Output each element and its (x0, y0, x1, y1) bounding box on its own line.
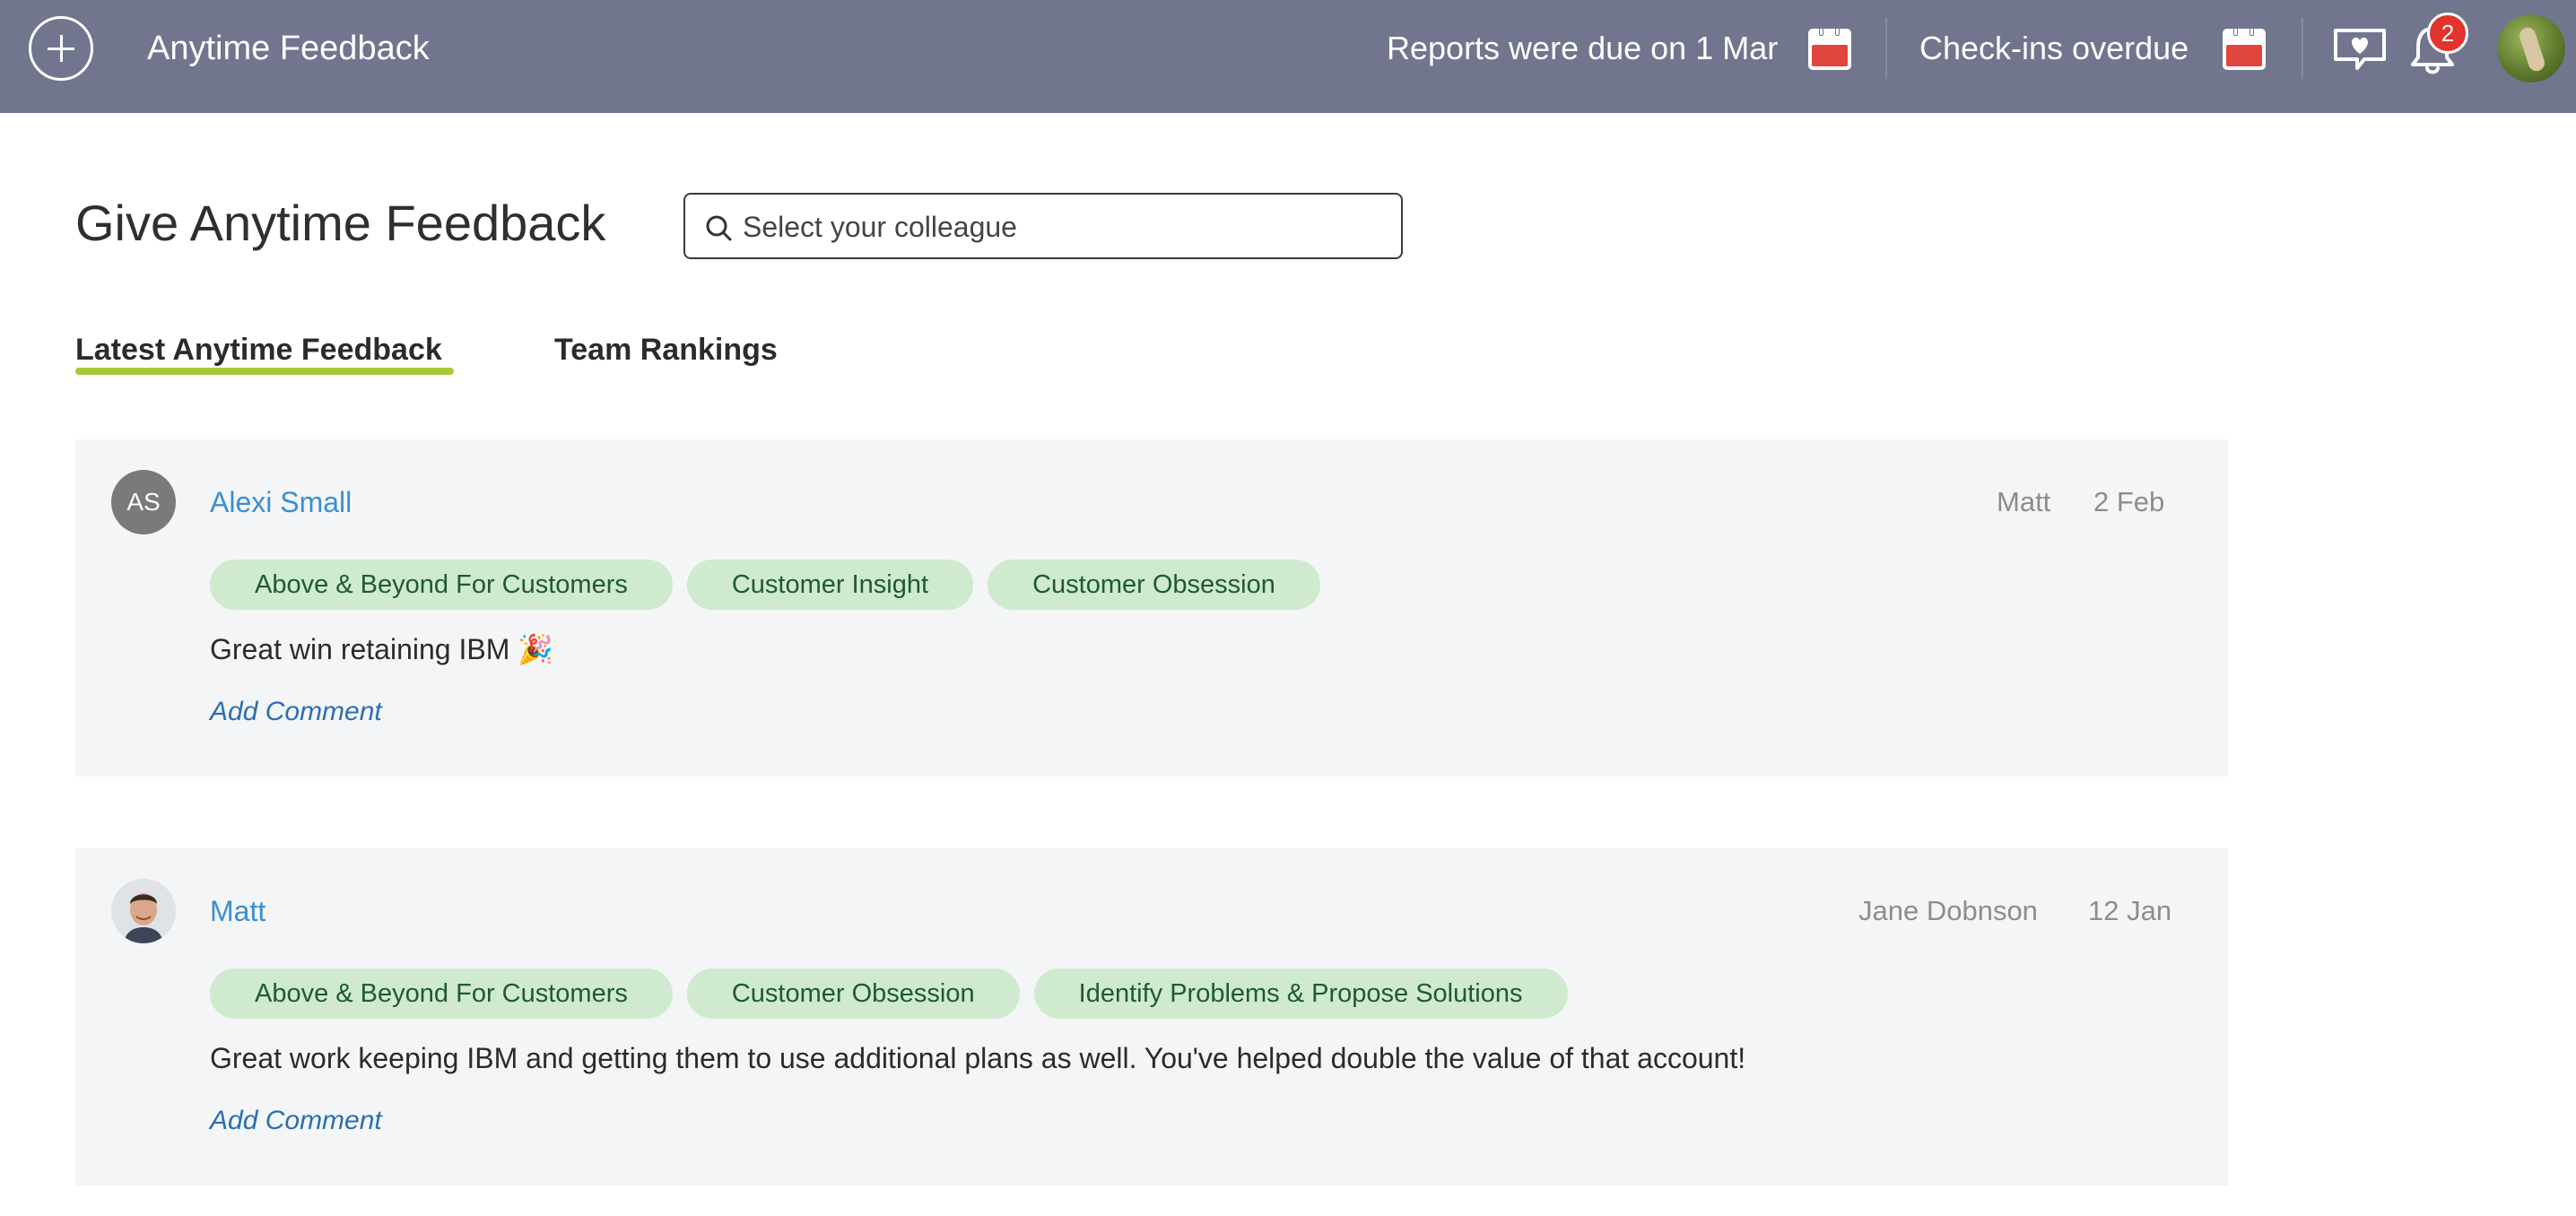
tab-latest-anytime-feedback[interactable]: Latest Anytime Feedback (75, 332, 442, 368)
top-bar: Anytime Feedback Reports were due on 1 M… (0, 0, 2576, 113)
feedback-card: AS Alexi Small Matt 2 Feb Above & Beyond… (75, 439, 2228, 777)
value-tag: Above & Beyond For Customers (210, 560, 673, 610)
page-title: Give Anytime Feedback (75, 195, 606, 251)
feedback-card: Matt Jane Dobnson 12 Jan Above & Beyond … (75, 848, 2228, 1186)
user-avatar[interactable] (2497, 14, 2565, 83)
colleague-search[interactable] (683, 193, 1403, 259)
feedback-date: 2 Feb (2093, 486, 2165, 517)
value-tag: Customer Insight (686, 560, 974, 610)
feedback-heart-icon[interactable] (2332, 27, 2388, 72)
divider (1885, 18, 1887, 79)
avatar[interactable] (111, 879, 176, 943)
tab-team-rankings[interactable]: Team Rankings (554, 332, 778, 368)
active-tab-indicator (75, 368, 454, 375)
search-icon (706, 215, 732, 241)
checkins-status[interactable]: Check-ins overdue (1919, 29, 2189, 68)
value-tag: Customer Obsession (686, 968, 1020, 1019)
value-tag: Customer Obsession (988, 560, 1320, 610)
feedback-message: Great work keeping IBM and getting them … (210, 1042, 1746, 1074)
giver-name: Matt (1997, 486, 2051, 517)
feedback-date: 12 Jan (2088, 895, 2172, 926)
calendar-icon[interactable] (2223, 29, 2266, 70)
add-comment-link[interactable]: Add Comment (210, 696, 382, 728)
recipient-name[interactable]: Alexi Small (210, 484, 352, 520)
value-tags: Above & Beyond For Customers Customer Ins… (210, 560, 1335, 610)
calendar-icon[interactable] (1808, 29, 1851, 70)
notification-badge[interactable]: 2 (2427, 13, 2468, 54)
add-icon[interactable] (29, 16, 93, 81)
app-title: Anytime Feedback (147, 30, 430, 67)
value-tag: Identify Problems & Propose Solutions (1033, 968, 1568, 1019)
value-tag: Above & Beyond For Customers (210, 968, 673, 1019)
avatar[interactable]: AS (111, 470, 176, 534)
divider (2302, 18, 2303, 79)
value-tags: Above & Beyond For Customers Customer Obs… (210, 968, 1582, 1019)
recipient-name[interactable]: Matt (210, 893, 265, 929)
giver-name: Jane Dobnson (1858, 895, 2038, 926)
feedback-message: Great win retaining IBM 🎉 (210, 633, 554, 665)
add-comment-link[interactable]: Add Comment (210, 1105, 382, 1137)
search-input[interactable] (743, 207, 1371, 247)
reports-status[interactable]: Reports were due on 1 Mar (1387, 29, 1778, 68)
